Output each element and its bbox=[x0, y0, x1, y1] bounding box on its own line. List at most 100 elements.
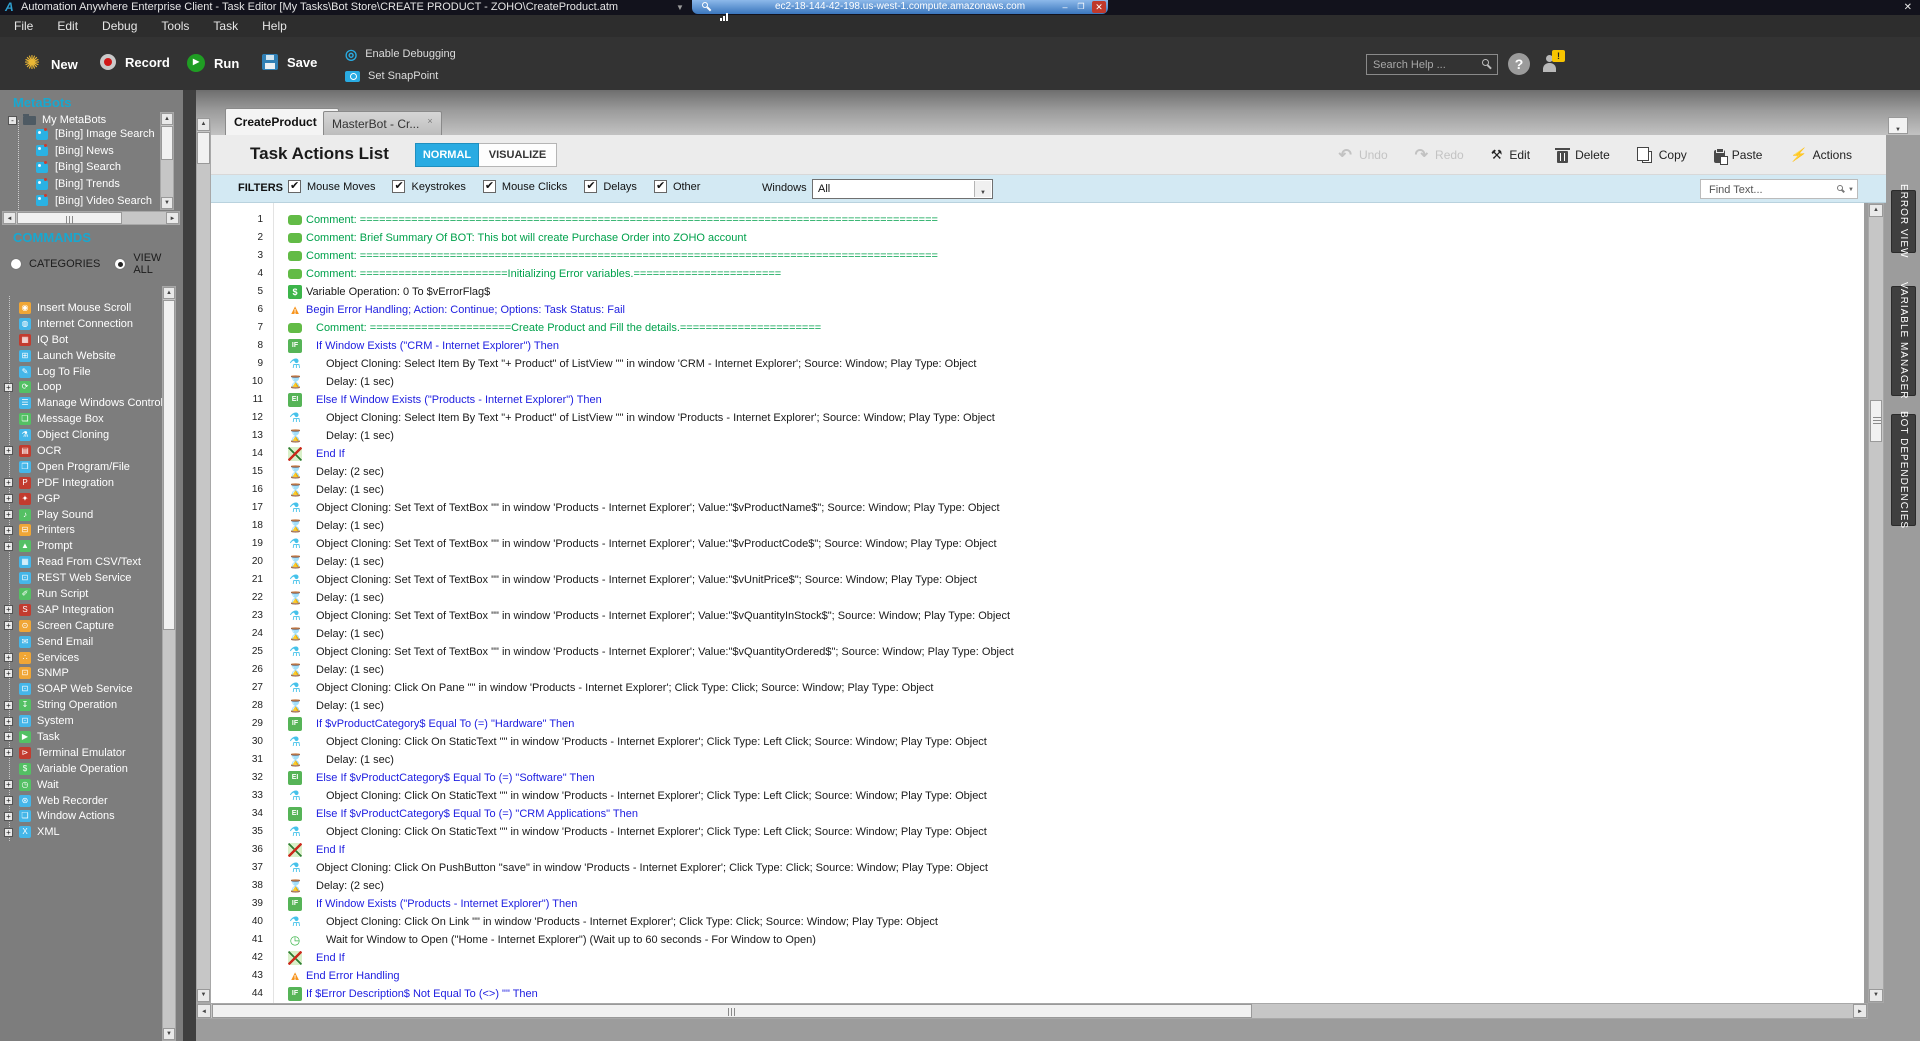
expand-icon[interactable]: + bbox=[4, 478, 13, 488]
help-button[interactable]: ? bbox=[1508, 53, 1530, 75]
tab-list-dropdown-button[interactable] bbox=[1888, 117, 1908, 134]
command-string-operation[interactable]: + ↧ String Operation bbox=[4, 697, 164, 713]
metabot-item-bing-search[interactable]: [Bing] Search bbox=[36, 159, 155, 176]
left-vertical-scrollbar[interactable]: ▲ ▼ bbox=[196, 117, 211, 1003]
set-snappoint-button[interactable]: Set SnapPoint bbox=[345, 70, 438, 82]
new-button[interactable]: New bbox=[22, 54, 78, 74]
search-icon[interactable] bbox=[1482, 59, 1489, 66]
task-row-16[interactable]: 16 Delay: (1 sec) bbox=[211, 481, 1864, 499]
expand-icon[interactable]: + bbox=[4, 796, 13, 806]
help-search-input[interactable] bbox=[1371, 56, 1476, 73]
task-row-5[interactable]: 5 Variable Operation: 0 To $vErrorFlag$ bbox=[211, 283, 1864, 301]
command-ocr[interactable]: + ▤ OCR bbox=[4, 443, 164, 459]
side-tab-variable-manager[interactable]: VARIABLE MANAGER bbox=[1891, 282, 1916, 400]
visualize-mode-button[interactable]: VISUALIZE bbox=[479, 143, 557, 167]
task-row-29[interactable]: 29 If $vProductCategory$ Equal To (=) "Ha… bbox=[211, 715, 1864, 733]
horizontal-scrollbar[interactable]: ◄ ► bbox=[196, 1003, 1868, 1019]
metabot-item-bing-trends[interactable]: [Bing] Trends bbox=[36, 176, 155, 193]
view-all-radio[interactable] bbox=[114, 258, 127, 270]
expand-icon[interactable]: + bbox=[4, 748, 13, 758]
task-row-1[interactable]: 1 Comment: ==============================… bbox=[211, 211, 1864, 229]
collapse-icon[interactable]: - bbox=[8, 115, 17, 125]
filter-other[interactable]: Other bbox=[653, 179, 700, 193]
command-run-script[interactable]: +✐Run Script bbox=[4, 586, 164, 602]
task-row-23[interactable]: 23 Object Cloning: Set Text of TextBox ""… bbox=[211, 607, 1864, 625]
chevron-down-icon[interactable] bbox=[974, 181, 991, 197]
tree-root-my-metabots[interactable]: - My MetaBots bbox=[8, 113, 106, 126]
command-screen-capture[interactable]: + ⊙ Screen Capture bbox=[4, 618, 164, 634]
command-read-from-csv-text[interactable]: +▦Read From CSV/Text bbox=[4, 554, 164, 570]
command-rest-web-service[interactable]: +⊡REST Web Service bbox=[4, 570, 164, 586]
side-tab-error-view[interactable]: ERROR VIEW bbox=[1891, 184, 1916, 259]
side-tab-bot-dependencies[interactable]: BOT DEPENDENCIES bbox=[1891, 411, 1916, 529]
task-row-42[interactable]: 42 End If bbox=[211, 949, 1864, 967]
filter-delays[interactable]: Delays bbox=[584, 179, 637, 193]
task-row-34[interactable]: 34 Else If $vProductCategory$ Equal To (=… bbox=[211, 805, 1864, 823]
expand-icon[interactable]: + bbox=[4, 541, 13, 551]
command-snmp[interactable]: + ⊡ SNMP bbox=[4, 665, 164, 681]
enable-debugging-button[interactable]: Enable Debugging bbox=[345, 47, 456, 61]
window-close-button[interactable]: ✕ bbox=[1904, 0, 1912, 15]
task-row-26[interactable]: 26 Delay: (1 sec) bbox=[211, 661, 1864, 679]
task-row-7[interactable]: 7 Comment: ======================Create P… bbox=[211, 319, 1864, 337]
command-message-box[interactable]: +❏Message Box bbox=[4, 411, 164, 427]
command-printers[interactable]: + ⊟ Printers bbox=[4, 522, 164, 538]
task-row-9[interactable]: 9 Object Cloning: Select Item By Text "+ … bbox=[211, 355, 1864, 373]
filter-keystrokes[interactable]: Keystrokes bbox=[392, 179, 466, 193]
command-send-email[interactable]: +✉Send Email bbox=[4, 634, 164, 650]
expand-icon[interactable]: + bbox=[4, 446, 13, 456]
command-play-sound[interactable]: + ♪ Play Sound bbox=[4, 507, 164, 523]
command-web-recorder[interactable]: + ⊛ Web Recorder bbox=[4, 793, 164, 809]
checkbox-checked-icon[interactable] bbox=[392, 179, 406, 193]
run-button[interactable]: Run bbox=[187, 54, 239, 72]
task-row-19[interactable]: 19 Object Cloning: Set Text of TextBox ""… bbox=[211, 535, 1864, 553]
menu-edit[interactable]: Edit bbox=[45, 17, 90, 35]
task-row-39[interactable]: 39 If Window Exists ("Products - Internet… bbox=[211, 895, 1864, 913]
command-window-actions[interactable]: + ❏ Window Actions bbox=[4, 809, 164, 825]
command-system[interactable]: + ⊡ System bbox=[4, 713, 164, 729]
filter-mouse-clicks[interactable]: Mouse Clicks bbox=[482, 179, 567, 193]
tab-createproduct[interactable]: CreateProduct bbox=[225, 108, 339, 135]
checkbox-checked-icon[interactable] bbox=[482, 179, 496, 193]
command-wait[interactable]: + ◷ Wait bbox=[4, 777, 164, 793]
expand-icon[interactable]: + bbox=[4, 382, 13, 392]
task-row-44[interactable]: 44 If $Error Description$ Not Equal To (<… bbox=[211, 985, 1864, 1003]
expand-icon[interactable]: + bbox=[4, 653, 13, 663]
title-dropdown-icon[interactable]: ▼ bbox=[676, 0, 684, 15]
task-row-31[interactable]: 31 Delay: (1 sec) bbox=[211, 751, 1864, 769]
find-text-input[interactable] bbox=[1707, 182, 1827, 197]
task-row-24[interactable]: 24 Delay: (1 sec) bbox=[211, 625, 1864, 643]
expand-icon[interactable]: + bbox=[4, 716, 13, 726]
find-search-icon[interactable] bbox=[1837, 185, 1843, 191]
command-task[interactable]: + ▶ Task bbox=[4, 729, 164, 745]
command-object-cloning[interactable]: +⚗Object Cloning bbox=[4, 427, 164, 443]
metabot-item-bing-image-search[interactable]: [Bing] Image Search bbox=[36, 126, 155, 143]
windows-filter-select[interactable]: All bbox=[812, 179, 993, 199]
actions-button[interactable]: Actions bbox=[1789, 147, 1852, 163]
command-log-to-file[interactable]: +✎Log To File bbox=[4, 364, 164, 380]
metabots-horizontal-scrollbar[interactable]: ◄ ► bbox=[2, 211, 180, 225]
command-insert-mouse-scroll[interactable]: +◉Insert Mouse Scroll bbox=[4, 300, 164, 316]
command-prompt[interactable]: + ▲ Prompt bbox=[4, 538, 164, 554]
task-row-4[interactable]: 4 Comment: =======================Initial… bbox=[211, 265, 1864, 283]
metabots-vertical-scrollbar[interactable]: ▲ ▼ bbox=[160, 112, 174, 210]
expand-icon[interactable]: + bbox=[4, 700, 13, 710]
tab-close-icon[interactable] bbox=[427, 116, 432, 126]
task-row-27[interactable]: 27 Object Cloning: Click On Pane "" in wi… bbox=[211, 679, 1864, 697]
command-launch-website[interactable]: +⊞Launch Website bbox=[4, 348, 164, 364]
copy-button[interactable]: Copy bbox=[1636, 147, 1687, 163]
user-notification-button[interactable]: ! bbox=[1540, 50, 1565, 74]
edit-button[interactable]: Edit bbox=[1491, 147, 1530, 163]
command-variable-operation[interactable]: +$Variable Operation bbox=[4, 761, 164, 777]
menu-task[interactable]: Task bbox=[201, 17, 250, 35]
task-row-22[interactable]: 22 Delay: (1 sec) bbox=[211, 589, 1864, 607]
task-row-30[interactable]: 30 Object Cloning: Click On StaticText ""… bbox=[211, 733, 1864, 751]
tab-masterbot[interactable]: MasterBot - Cr... bbox=[323, 111, 442, 135]
task-row-40[interactable]: 40 Object Cloning: Click On Link "" in wi… bbox=[211, 913, 1864, 931]
expand-icon[interactable]: + bbox=[4, 605, 13, 615]
task-row-10[interactable]: 10 Delay: (1 sec) bbox=[211, 373, 1864, 391]
command-services[interactable]: + ∴ Services bbox=[4, 650, 164, 666]
task-row-14[interactable]: 14 End If bbox=[211, 445, 1864, 463]
command-soap-web-service[interactable]: +⊡SOAP Web Service bbox=[4, 681, 164, 697]
task-row-32[interactable]: 32 Else If $vProductCategory$ Equal To (=… bbox=[211, 769, 1864, 787]
